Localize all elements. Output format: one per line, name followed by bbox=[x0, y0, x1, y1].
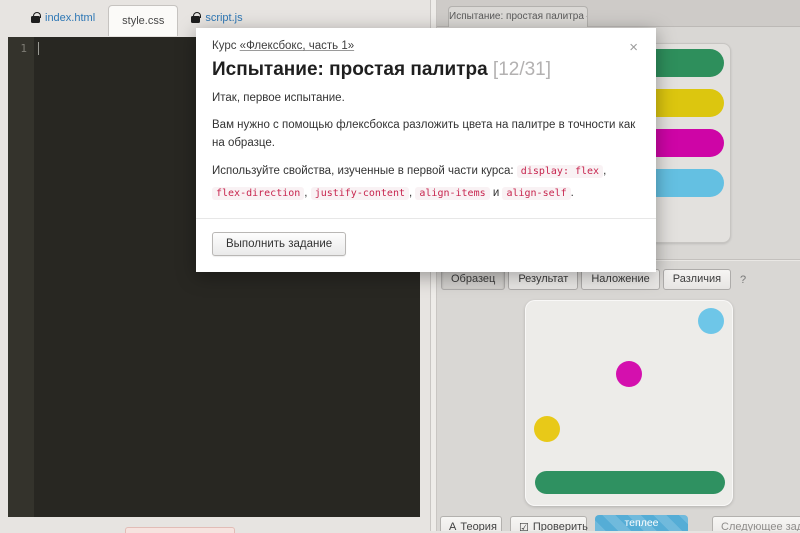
modal-divider bbox=[196, 218, 656, 219]
code-chip: flex-direction bbox=[212, 187, 304, 200]
task-title-text: Испытание: простая палитра bbox=[212, 59, 488, 80]
editor-tab-label: script.js bbox=[205, 12, 242, 24]
theory-icon: А bbox=[449, 521, 456, 531]
task-modal: Курс «Флексбокс, часть 1» × Испытание: п… bbox=[196, 28, 656, 272]
start-task-button[interactable]: Выполнить задание bbox=[212, 232, 346, 256]
close-icon[interactable]: × bbox=[629, 40, 638, 55]
viewer-help-link[interactable]: ? bbox=[740, 274, 746, 286]
sample-dot-blue bbox=[698, 308, 724, 334]
check-button[interactable]: ☑ Проверить bbox=[510, 516, 587, 531]
code-chip: align-items bbox=[415, 187, 489, 200]
code-chip: align-self bbox=[502, 187, 570, 200]
code-chip: justify-content bbox=[311, 187, 409, 200]
viewer-tab-diff[interactable]: Различия bbox=[663, 269, 731, 290]
line-number: 1 bbox=[20, 42, 27, 55]
modal-kicker: Курс «Флексбокс, часть 1» bbox=[212, 40, 640, 52]
sample-dot-yellow bbox=[534, 416, 560, 442]
theory-label: Теория bbox=[460, 521, 497, 531]
preview-window-chrome: Испытание: простая палитра — H bbox=[437, 0, 800, 27]
editor-gutter: 1 bbox=[8, 37, 34, 517]
lock-icon bbox=[191, 16, 200, 23]
editor-tab-label: index.html bbox=[45, 12, 95, 24]
task-intro: Итак, первое испытание. bbox=[212, 90, 640, 108]
editor-cursor bbox=[38, 42, 39, 55]
editor-tab-label: style.css bbox=[122, 15, 164, 27]
course-prefix: Курс bbox=[212, 40, 240, 52]
theory-button[interactable]: А Теория bbox=[440, 516, 502, 531]
task-progress: [12/31] bbox=[493, 59, 551, 80]
course-link[interactable]: «Флексбокс, часть 1» bbox=[240, 40, 354, 52]
sample-dot-magenta bbox=[616, 361, 642, 387]
separator: , bbox=[603, 165, 606, 177]
task-title: Испытание: простая палитра [12/31] bbox=[212, 59, 640, 81]
preview-window-tab[interactable]: Испытание: простая палитра — H bbox=[448, 6, 588, 27]
code-chip: display: flex bbox=[517, 165, 603, 178]
sample-bar-green bbox=[535, 471, 725, 494]
usage-lead: Используйте свойства, изученные в первой… bbox=[212, 165, 517, 177]
cutoff-pink-button[interactable] bbox=[125, 527, 235, 533]
next-task-label: Следующее задание bbox=[721, 521, 800, 531]
check-icon: ☑ bbox=[519, 521, 529, 532]
separator: , bbox=[304, 187, 310, 199]
editor-tab-style-css[interactable]: style.css bbox=[108, 5, 178, 36]
task-description: Вам нужно с помощью флексбокса разложить… bbox=[212, 117, 640, 153]
editor-tab-index-html[interactable]: index.html bbox=[18, 0, 108, 36]
viewer-tab-sample[interactable]: Образец bbox=[441, 269, 505, 290]
lock-icon bbox=[31, 16, 40, 23]
sample-canvas bbox=[525, 300, 733, 506]
hint-label: теплее bbox=[624, 517, 658, 529]
viewer-tab-result[interactable]: Результат bbox=[508, 269, 578, 290]
task-properties: Используйте свойства, изученные в первой… bbox=[212, 161, 640, 205]
separator: . bbox=[571, 187, 574, 199]
viewer-tab-bar: Образец Результат Наложение Различия ? bbox=[441, 269, 746, 290]
next-task-button[interactable]: Следующее задание bbox=[712, 516, 800, 531]
similarity-progress: теплее bbox=[595, 515, 688, 531]
separator: и bbox=[490, 187, 503, 199]
viewer-tab-overlay[interactable]: Наложение bbox=[581, 269, 659, 290]
check-label: Проверить bbox=[533, 521, 588, 531]
